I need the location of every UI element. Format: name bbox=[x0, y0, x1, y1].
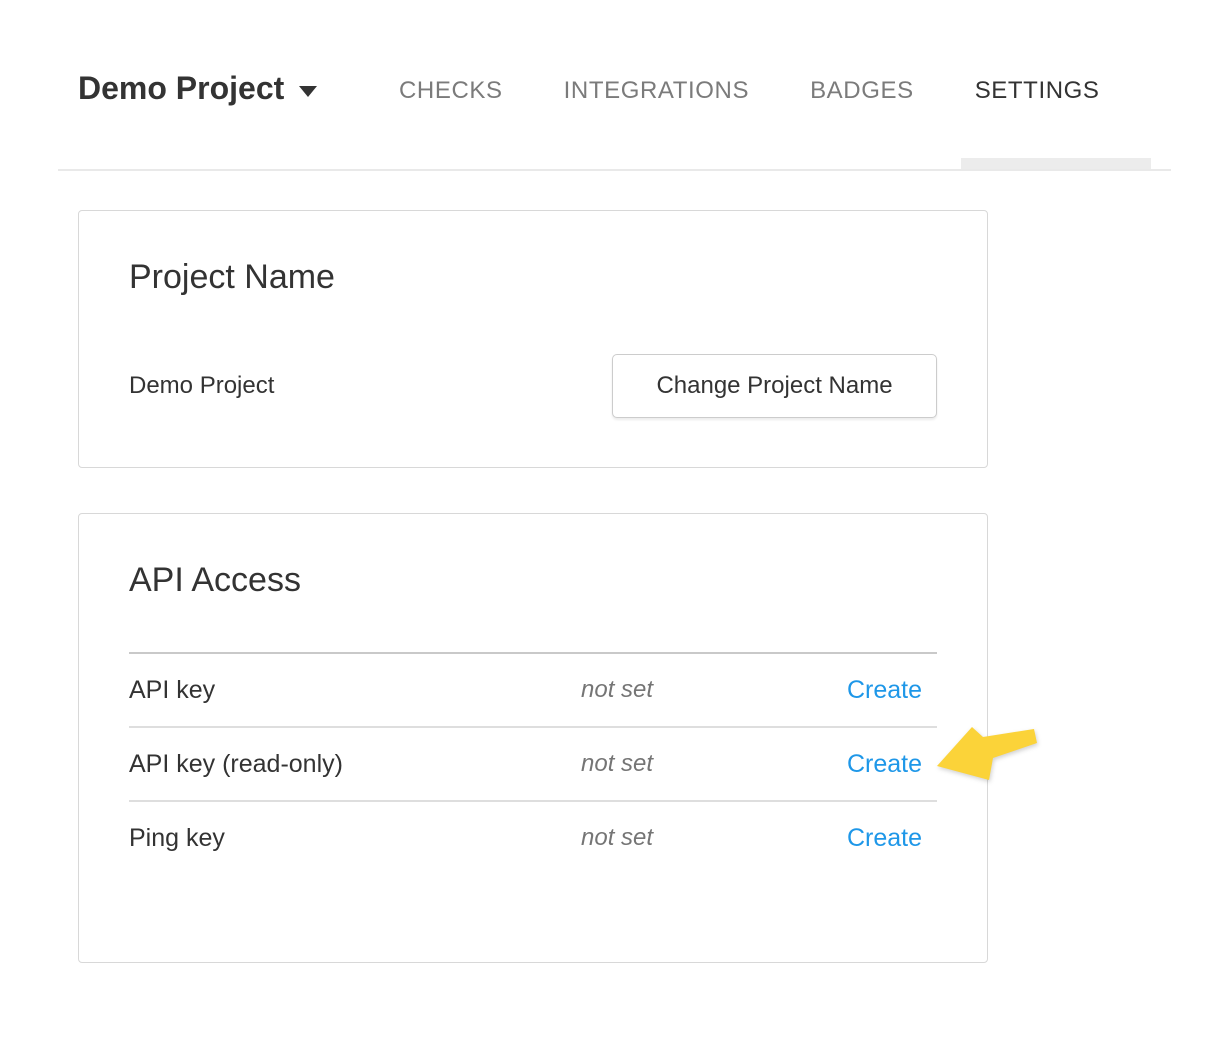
arrow-pointing-left-icon bbox=[933, 722, 1041, 784]
tab-badges[interactable]: BADGES bbox=[810, 77, 914, 105]
project-title: Demo Project bbox=[78, 70, 284, 107]
api-access-card-title: API Access bbox=[129, 562, 937, 599]
project-name-card: Project Name Demo Project Change Project… bbox=[78, 210, 988, 468]
header-divider bbox=[58, 169, 1171, 171]
change-project-name-button[interactable]: Change Project Name bbox=[612, 354, 937, 418]
project-name-card-title: Project Name bbox=[129, 259, 937, 296]
api-key-read-only-value: not set bbox=[581, 750, 841, 778]
create-api-key-read-only-link[interactable]: Create bbox=[847, 750, 922, 778]
current-project-name: Demo Project bbox=[129, 372, 274, 400]
project-selector-dropdown[interactable]: Demo Project bbox=[78, 70, 317, 107]
table-row-api-key-read-only: API key (read-only) not set Create bbox=[129, 728, 937, 802]
api-key-label: API key bbox=[129, 676, 581, 705]
table-row-api-key: API key not set Create bbox=[129, 654, 937, 728]
table-row-ping-key: Ping key not set Create bbox=[129, 802, 937, 874]
project-name-row: Demo Project Change Project Name bbox=[129, 354, 937, 418]
create-api-key-link[interactable]: Create bbox=[847, 676, 922, 704]
ping-key-label: Ping key bbox=[129, 824, 581, 853]
api-access-card: API Access API key not set Create API ke… bbox=[78, 513, 988, 963]
api-key-value: not set bbox=[581, 676, 841, 704]
api-keys-table: API key not set Create API key (read-onl… bbox=[129, 652, 937, 874]
tab-settings[interactable]: SETTINGS bbox=[975, 77, 1100, 105]
tab-checks[interactable]: CHECKS bbox=[399, 77, 503, 105]
tab-integrations[interactable]: INTEGRATIONS bbox=[564, 77, 749, 105]
chevron-down-icon bbox=[299, 86, 317, 97]
main-nav: CHECKS INTEGRATIONS BADGES SETTINGS bbox=[399, 77, 1100, 105]
api-key-read-only-label: API key (read-only) bbox=[129, 750, 581, 779]
ping-key-value: not set bbox=[581, 824, 841, 852]
create-ping-key-link[interactable]: Create bbox=[847, 824, 922, 852]
